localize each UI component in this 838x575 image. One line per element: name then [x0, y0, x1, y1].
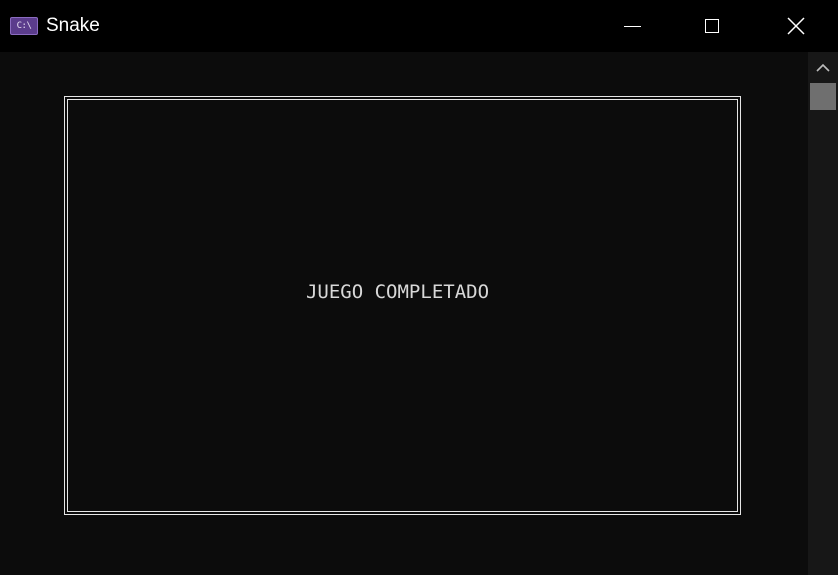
minimize-button[interactable]	[592, 0, 672, 52]
console-icon: C:\	[10, 17, 38, 35]
maximize-button[interactable]	[672, 0, 752, 52]
game-complete-message: JUEGO COMPLETADO	[305, 281, 490, 303]
chevron-up-icon	[816, 63, 830, 72]
scrollbar-thumb[interactable]	[810, 83, 836, 110]
maximize-icon	[705, 19, 719, 33]
minimize-icon	[623, 25, 641, 27]
vertical-scrollbar[interactable]	[808, 52, 838, 575]
close-icon	[787, 17, 805, 35]
scroll-up-button[interactable]	[808, 58, 838, 78]
title-bar[interactable]: C:\ Snake	[0, 0, 838, 52]
close-button[interactable]	[756, 0, 836, 52]
console-icon-label: C:\	[16, 20, 32, 31]
console-window: C:\ Snake JUEGO COMPLETADO	[0, 0, 838, 575]
window-title: Snake	[46, 15, 100, 36]
game-board-border	[64, 96, 741, 515]
